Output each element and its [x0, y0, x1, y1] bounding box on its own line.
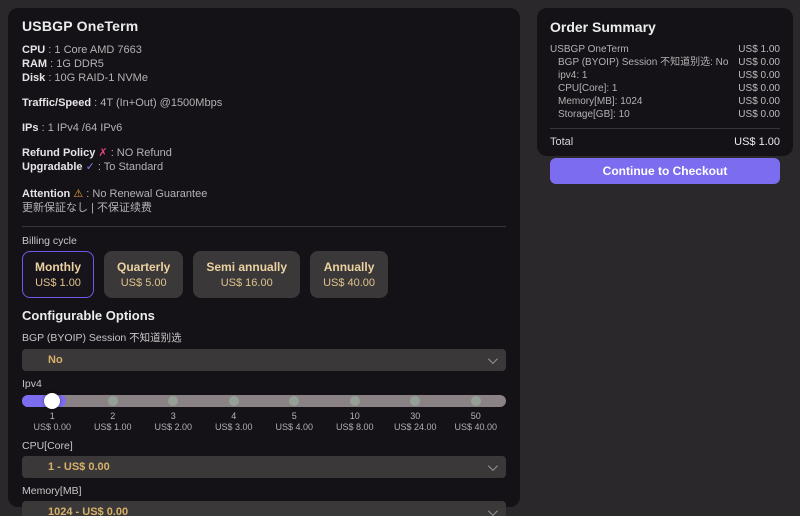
billing-option-price: US$ 5.00	[121, 277, 167, 289]
billing-option-quarterly[interactable]: Quarterly US$ 5.00	[104, 251, 183, 298]
spec-upgradable-label: Upgradable	[22, 161, 83, 173]
spec-ram-value: : 1G DDR5	[50, 58, 104, 70]
spec-attention-label: Attention	[22, 188, 70, 200]
slider-tick	[229, 396, 239, 406]
spec-attention-value: : No Renewal Guarantee	[86, 188, 207, 200]
billing-option-annually[interactable]: Annually US$ 40.00	[310, 251, 388, 298]
chevron-down-icon	[488, 354, 498, 364]
billing-option-name: Monthly	[35, 260, 81, 274]
spec-refund-policy: Refund Policy ✗ : NO Refund	[22, 146, 506, 160]
spec-upgradable: Upgradable ✓ : To Standard	[22, 160, 506, 174]
ipv4-tick-labels: 1 US$ 0.00 2 US$ 1.00 3 US$ 2.00 4 US$ 3…	[22, 411, 506, 433]
spec-cpu: CPU : 1 Core AMD 7663	[22, 43, 506, 57]
spec-attention: Attention ⚠ : No Renewal Guarantee	[22, 187, 506, 201]
spec-traffic-value: : 4T (In+Out) @1500Mbps	[94, 97, 222, 109]
spec-ips: IPs : 1 IPv4 /64 IPv6	[22, 121, 506, 135]
warning-icon: ⚠	[73, 188, 83, 200]
billing-cycle-options: Monthly US$ 1.00 Quarterly US$ 5.00 Semi…	[22, 251, 506, 298]
attention-cjk-note: 更新保証なし | 不保证续费	[22, 201, 506, 216]
order-summary-panel: Order Summary USBGP OneTerm US$ 1.00 BGP…	[537, 8, 793, 156]
bgp-session-select[interactable]: No	[22, 349, 506, 371]
tick-label: 50 US$ 40.00	[446, 411, 507, 433]
memory-label: Memory[MB]	[22, 485, 506, 497]
cpu-core-label: CPU[Core]	[22, 440, 506, 452]
bgp-session-label: BGP (BYOIP) Session 不知道别选	[22, 330, 506, 345]
tick-label: 3 US$ 2.00	[143, 411, 204, 433]
memory-value: 1024 - US$ 0.00	[48, 506, 128, 516]
spec-ips-label: IPs	[22, 122, 39, 134]
bgp-session-value: No	[48, 354, 63, 366]
slider-tick	[410, 396, 420, 406]
ipv4-slider-track[interactable]	[22, 395, 506, 407]
product-config-panel: USBGP OneTerm CPU : 1 Core AMD 7663 RAM …	[8, 8, 520, 507]
spec-disk: Disk : 10G RAID-1 NVMe	[22, 71, 506, 85]
ipv4-slider-thumb[interactable]	[44, 393, 60, 409]
slider-tick	[108, 396, 118, 406]
divider	[22, 226, 506, 227]
tick-label: 2 US$ 1.00	[83, 411, 144, 433]
spec-cpu-label: CPU	[22, 44, 45, 56]
billing-option-name: Annually	[324, 260, 375, 274]
billing-option-price: US$ 1.00	[35, 277, 81, 289]
billing-option-name: Quarterly	[117, 260, 170, 274]
spec-refund-value: : NO Refund	[111, 147, 172, 159]
tick-label: 1 US$ 0.00	[22, 411, 83, 433]
slider-tick	[471, 396, 481, 406]
spec-traffic: Traffic/Speed : 4T (In+Out) @1500Mbps	[22, 96, 506, 110]
ipv4-label: Ipv4	[22, 378, 506, 390]
spec-disk-label: Disk	[22, 72, 45, 84]
cpu-core-select[interactable]: 1 - US$ 0.00	[22, 456, 506, 478]
x-icon: ✗	[98, 147, 107, 159]
spec-ram-label: RAM	[22, 58, 47, 70]
summary-item-product: USBGP OneTerm US$ 1.00	[550, 43, 780, 56]
summary-item-cpu: CPU[Core]: 1 US$ 0.00	[550, 82, 780, 95]
summary-item-bgp: BGP (BYOIP) Session 不知道别选: No US$ 0.00	[550, 56, 780, 69]
tick-label: 30 US$ 24.00	[385, 411, 446, 433]
divider	[550, 128, 780, 129]
billing-cycle-label: Billing cycle	[22, 235, 506, 247]
order-summary-title: Order Summary	[550, 19, 780, 35]
spec-traffic-label: Traffic/Speed	[22, 97, 91, 109]
product-title: USBGP OneTerm	[22, 18, 506, 34]
billing-option-monthly[interactable]: Monthly US$ 1.00	[22, 251, 94, 298]
spec-ram: RAM : 1G DDR5	[22, 57, 506, 71]
tick-label: 4 US$ 3.00	[204, 411, 265, 433]
continue-to-checkout-button[interactable]: Continue to Checkout	[550, 158, 780, 184]
tick-label: 10 US$ 8.00	[325, 411, 386, 433]
memory-select[interactable]: 1024 - US$ 0.00	[22, 501, 506, 516]
slider-tick	[289, 396, 299, 406]
summary-item-storage: Storage[GB]: 10 US$ 0.00	[550, 108, 780, 121]
spec-refund-label: Refund Policy	[22, 147, 95, 159]
tick-label: 5 US$ 4.00	[264, 411, 325, 433]
billing-option-price: US$ 40.00	[323, 277, 375, 289]
slider-tick	[350, 396, 360, 406]
total-price: US$ 1.00	[734, 136, 780, 148]
configurable-options-heading: Configurable Options	[22, 308, 506, 323]
cpu-core-value: 1 - US$ 0.00	[48, 461, 110, 473]
billing-option-semi-annually[interactable]: Semi annually US$ 16.00	[193, 251, 300, 298]
total-label: Total	[550, 136, 573, 148]
billing-option-name: Semi annually	[206, 260, 287, 274]
spec-disk-value: : 10G RAID-1 NVMe	[48, 72, 148, 84]
billing-option-price: US$ 16.00	[221, 277, 273, 289]
summary-total-row: Total US$ 1.00	[550, 136, 780, 148]
chevron-down-icon	[488, 461, 498, 471]
spec-upgradable-value: : To Standard	[98, 161, 163, 173]
check-icon: ✓	[86, 161, 95, 173]
slider-tick	[168, 396, 178, 406]
chevron-down-icon	[488, 506, 498, 516]
summary-item-ipv4: ipv4: 1 US$ 0.00	[550, 69, 780, 82]
spec-cpu-value: : 1 Core AMD 7663	[48, 44, 142, 56]
ipv4-slider[interactable]	[22, 394, 506, 408]
spec-ips-value: : 1 IPv4 /64 IPv6	[42, 122, 123, 134]
summary-item-memory: Memory[MB]: 1024 US$ 0.00	[550, 95, 780, 108]
